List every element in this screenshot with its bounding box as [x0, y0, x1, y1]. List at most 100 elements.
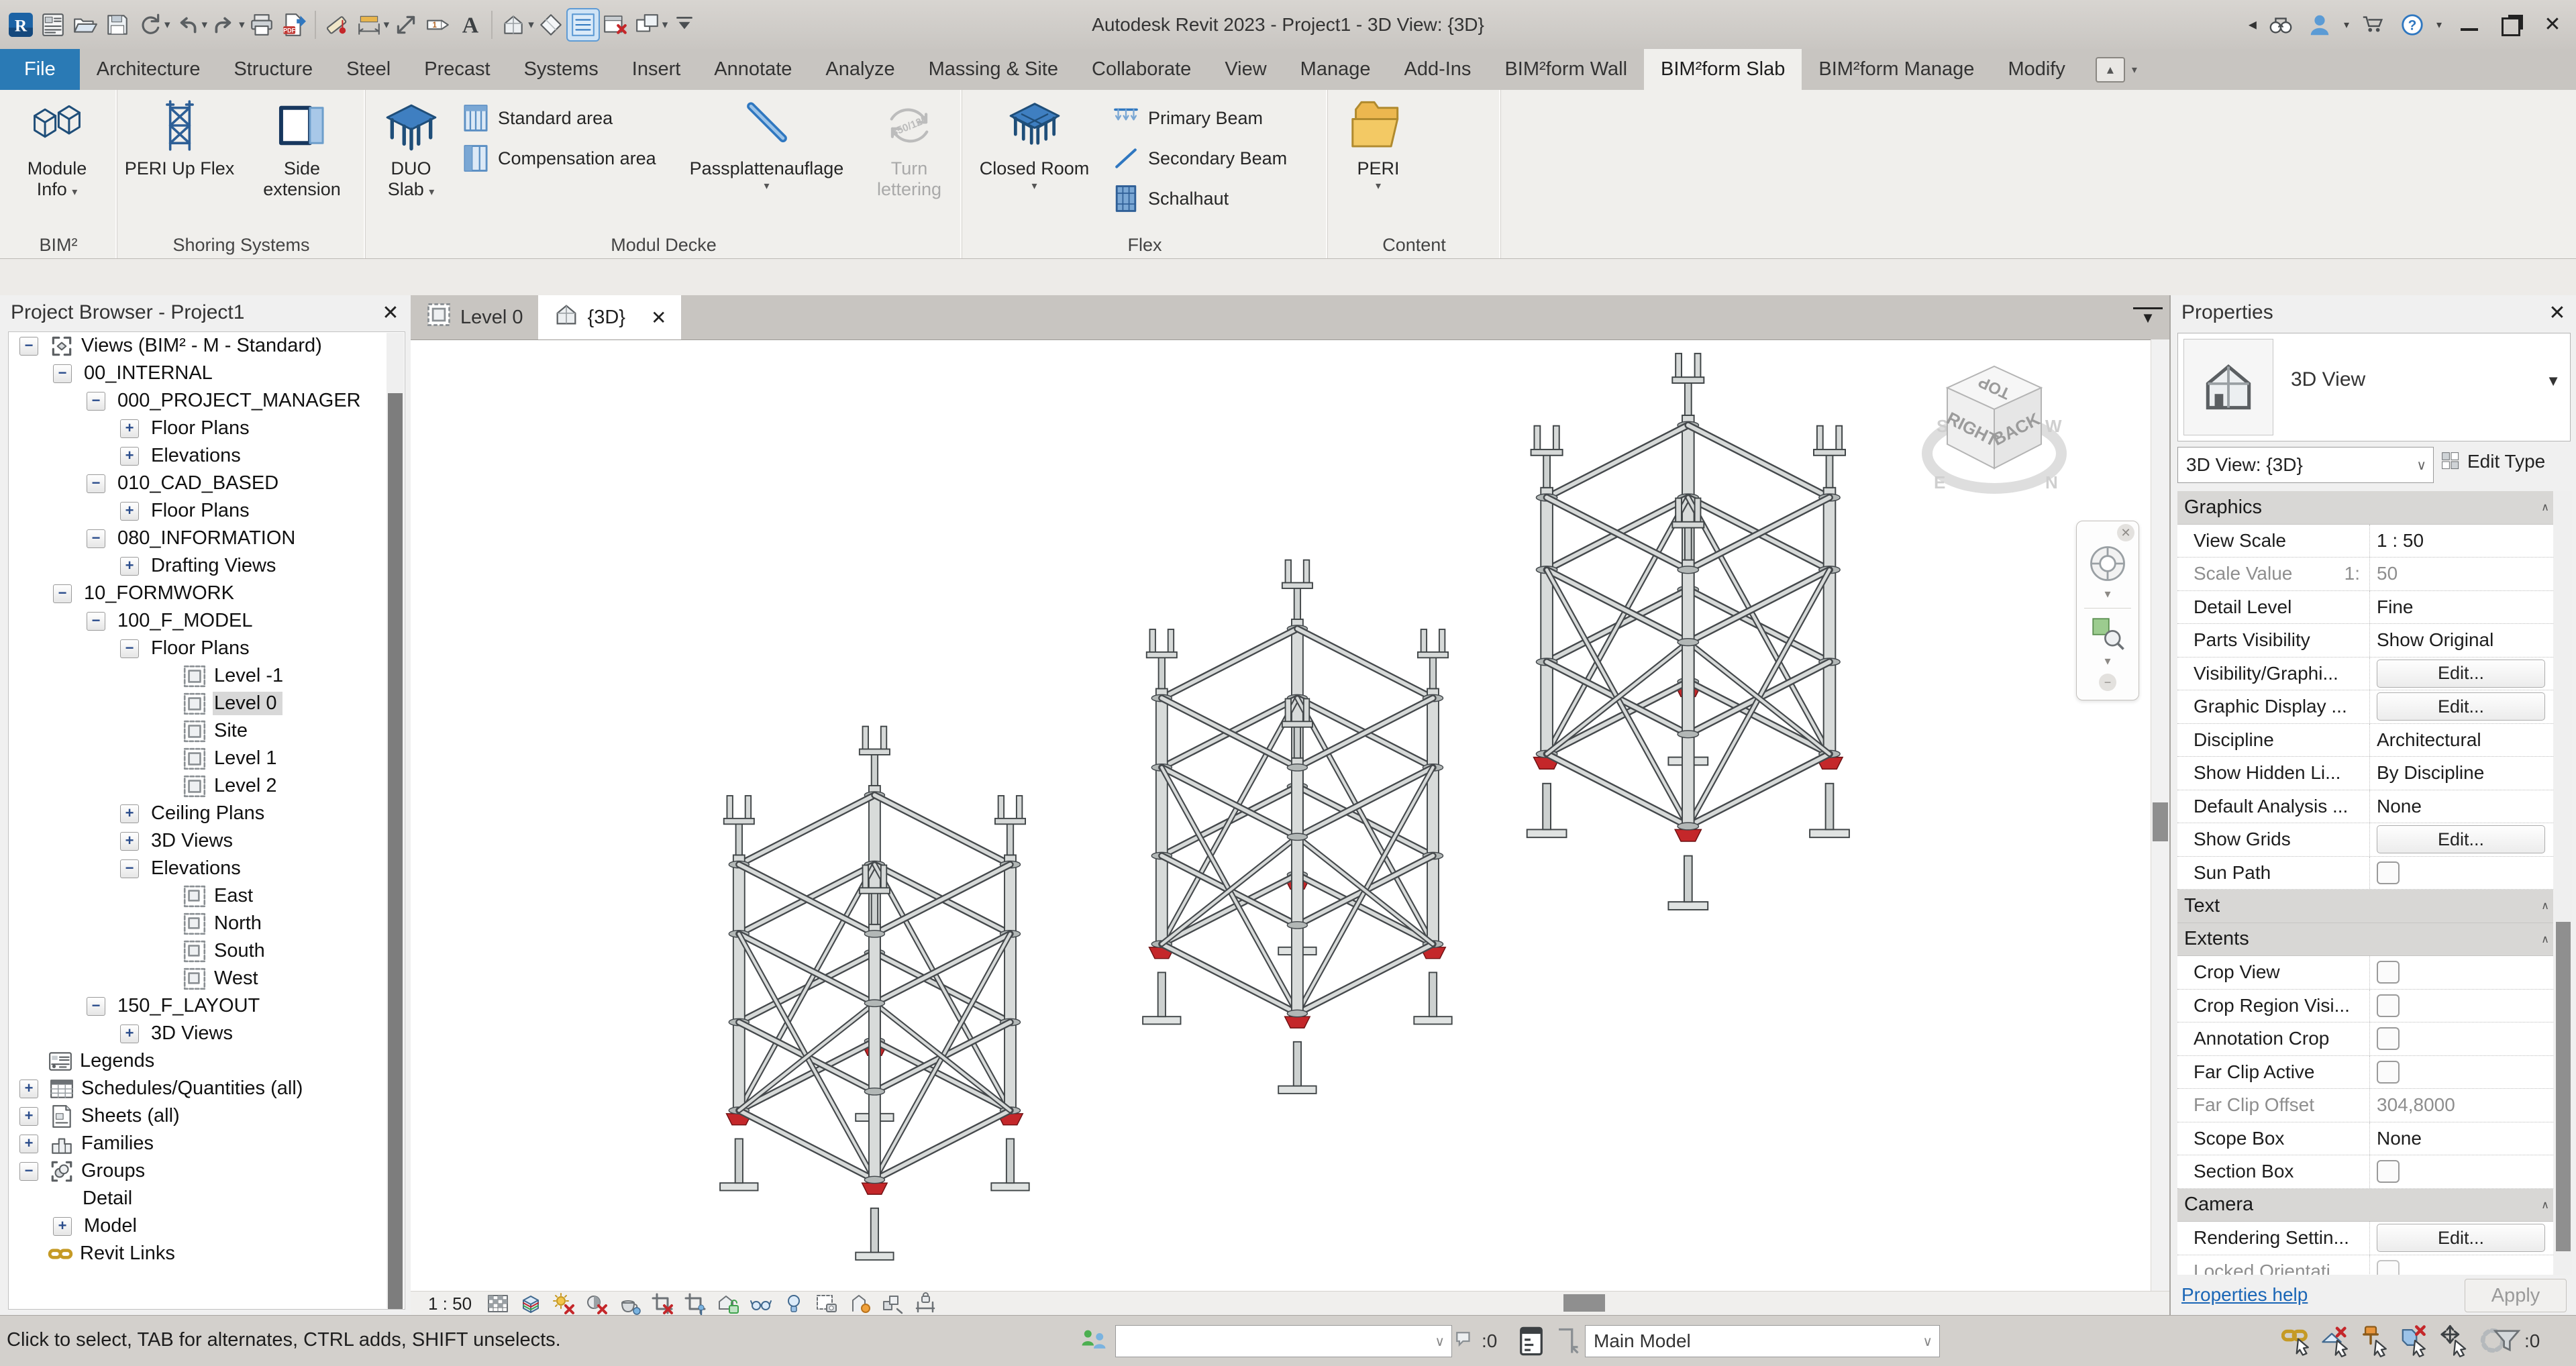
view-tab-close-icon[interactable]: ✕ — [651, 307, 666, 329]
tree-toggle-icon[interactable]: + — [19, 1080, 38, 1098]
tree-item-schedules-quantities-all-[interactable]: +Schedules/Quantities (all) — [9, 1075, 405, 1102]
tree-toggle-icon[interactable]: + — [120, 419, 139, 438]
property-value[interactable]: Edit... — [2369, 1222, 2553, 1255]
tree-toggle-icon[interactable]: − — [53, 584, 72, 603]
crop-region-visibility-button[interactable] — [684, 1292, 708, 1315]
tab-bim-form-wall[interactable]: BIM²form Wall — [1488, 49, 1644, 90]
print-button[interactable] — [246, 9, 277, 40]
sync-with-central-button[interactable] — [134, 9, 165, 40]
instance-selector[interactable]: 3D View: {3D} ∨ — [2177, 447, 2434, 483]
property-section-text[interactable]: Text∧ — [2177, 890, 2553, 923]
property-section-graphics[interactable]: Graphics∧ — [2177, 491, 2553, 525]
type-selector[interactable]: 3D View ▼ — [2177, 333, 2571, 441]
project-browser-close-icon[interactable]: ✕ — [377, 299, 404, 326]
sun-path-button[interactable] — [552, 1292, 576, 1315]
customize-qat-button[interactable] — [669, 9, 700, 40]
aligned-dimension-caret-icon[interactable]: ▾ — [384, 18, 390, 32]
reveal-constraints-button[interactable] — [914, 1292, 938, 1315]
scale-button[interactable]: 1 : 50 — [428, 1294, 472, 1314]
tab-view[interactable]: View — [1208, 49, 1283, 90]
checkbox[interactable] — [2377, 861, 2400, 884]
property-value[interactable]: Architectural — [2369, 724, 2553, 757]
tree-item-north[interactable]: North — [9, 910, 405, 937]
detail-level-button[interactable] — [486, 1292, 511, 1315]
tree-item-site[interactable]: Site — [9, 717, 405, 745]
reveal-hidden-elements-button[interactable] — [782, 1292, 807, 1315]
tree-toggle-icon[interactable]: + — [120, 804, 139, 823]
tab-annotate[interactable]: Annotate — [697, 49, 809, 90]
tree-item-west[interactable]: West — [9, 965, 405, 992]
tab-massing-site[interactable]: Massing & Site — [912, 49, 1075, 90]
scaffold-tower[interactable] — [1143, 560, 1452, 1094]
compass-n[interactable]: N — [2045, 472, 2058, 492]
tree-item-3d-views[interactable]: +3D Views — [9, 827, 405, 855]
undo-caret-icon[interactable]: ▾ — [202, 18, 208, 32]
properties-close-icon[interactable]: ✕ — [2544, 299, 2571, 326]
view-tab--3d-[interactable]: {3D}✕ — [538, 295, 682, 339]
tree-item-ceiling-plans[interactable]: +Ceiling Plans — [9, 800, 405, 827]
primary-beam-button[interactable]: Primary Beam — [1106, 98, 1325, 138]
default-3d-view-caret-icon[interactable]: ▾ — [528, 18, 534, 32]
ribbon-collapse-caret-icon[interactable]: ▾ — [2132, 63, 2137, 76]
open-button[interactable] — [70, 9, 101, 40]
properties-scrollbar[interactable] — [2555, 491, 2572, 1275]
select-elements-by-face-icon[interactable] — [2398, 1324, 2432, 1357]
passplattenauflage-button[interactable]: Passplattenauflage▾ — [674, 94, 859, 193]
property-value[interactable] — [2369, 990, 2553, 1022]
tree-item-sheets-all-[interactable]: +Sheets (all) — [9, 1102, 405, 1130]
ui-menu-button[interactable] — [38, 9, 68, 40]
text-button[interactable]: A — [455, 9, 486, 40]
switch-windows-caret-icon[interactable]: ▾ — [662, 18, 668, 32]
property-value[interactable] — [2369, 956, 2553, 989]
scaffold-tower[interactable] — [720, 727, 1029, 1260]
section-collapse-icon[interactable]: ∧ — [2541, 899, 2548, 912]
tab-precast[interactable]: Precast — [407, 49, 507, 90]
application-button-button[interactable]: R — [5, 9, 36, 40]
tree-toggle-icon[interactable]: − — [120, 639, 139, 658]
tree-item-east[interactable]: East — [9, 882, 405, 910]
tab-modify[interactable]: Modify — [1991, 49, 2081, 90]
tree-item-legends[interactable]: Legends — [9, 1047, 405, 1075]
unlocked-3d-view-button[interactable] — [717, 1292, 741, 1315]
save-button[interactable] — [102, 9, 133, 40]
property-value[interactable]: 50 — [2369, 558, 2553, 590]
edit-button[interactable]: Edit... — [2377, 1224, 2545, 1252]
module-info-button[interactable]: ModuleInfo ▾ — [0, 94, 114, 203]
visual-style-button[interactable] — [519, 1292, 544, 1315]
tree-item-families[interactable]: +Families — [9, 1130, 405, 1157]
filter-icon[interactable] — [2491, 1325, 2523, 1357]
project-browser-header[interactable]: Project Browser - Project1 ✕ — [0, 295, 411, 330]
tab-architecture[interactable]: Architecture — [80, 49, 217, 90]
active-workset-select[interactable]: ∨ — [1115, 1325, 1452, 1357]
tree-item-level-0[interactable]: Level 0 — [9, 690, 405, 717]
properties-header[interactable]: Properties ✕ — [2171, 295, 2576, 330]
edit-type-button[interactable]: Edit Type — [2440, 451, 2545, 472]
property-value[interactable] — [2369, 857, 2553, 890]
default-3d-view-button[interactable] — [498, 9, 529, 40]
schalhaut-button[interactable]: Schalhaut — [1106, 178, 1325, 219]
editing-requests-icon[interactable] — [1452, 1325, 1479, 1357]
property-value[interactable] — [2369, 1022, 2553, 1055]
collapse-infocenter-icon[interactable]: ◂ — [2249, 15, 2257, 34]
tab-bim-form-slab[interactable]: BIM²form Slab — [1644, 49, 1802, 90]
export-pdf-button[interactable]: PDF — [278, 9, 309, 40]
steering-wheel-icon[interactable] — [2085, 541, 2130, 586]
tree-item-150-f-layout[interactable]: −150_F_LAYOUT — [9, 992, 405, 1020]
tree-item-10-formwork[interactable]: −10_FORMWORK — [9, 580, 405, 607]
analytical-model-button[interactable] — [848, 1292, 872, 1315]
compass-e[interactable]: E — [1934, 472, 1945, 492]
property-value[interactable]: By Discipline — [2369, 757, 2553, 790]
tree-toggle-icon[interactable]: + — [120, 832, 139, 851]
property-value[interactable]: Edit... — [2369, 823, 2553, 856]
compensation-area-button[interactable]: Compensation area — [456, 138, 674, 178]
tab-insert[interactable]: Insert — [615, 49, 698, 90]
drag-elements-on-selection-icon[interactable] — [2437, 1324, 2471, 1357]
tree-item-detail[interactable]: Detail — [9, 1185, 405, 1212]
property-section-extents[interactable]: Extents∧ — [2177, 923, 2553, 957]
tree-toggle-icon[interactable]: + — [19, 1135, 38, 1153]
design-options-icon[interactable] — [1550, 1325, 1582, 1357]
tree-item-groups[interactable]: −Groups — [9, 1157, 405, 1185]
tree-item-level-2[interactable]: Level 2 — [9, 772, 405, 800]
tree-toggle-icon[interactable]: − — [87, 997, 105, 1016]
steering-wheel-caret-icon[interactable]: ▾ — [2104, 587, 2110, 601]
